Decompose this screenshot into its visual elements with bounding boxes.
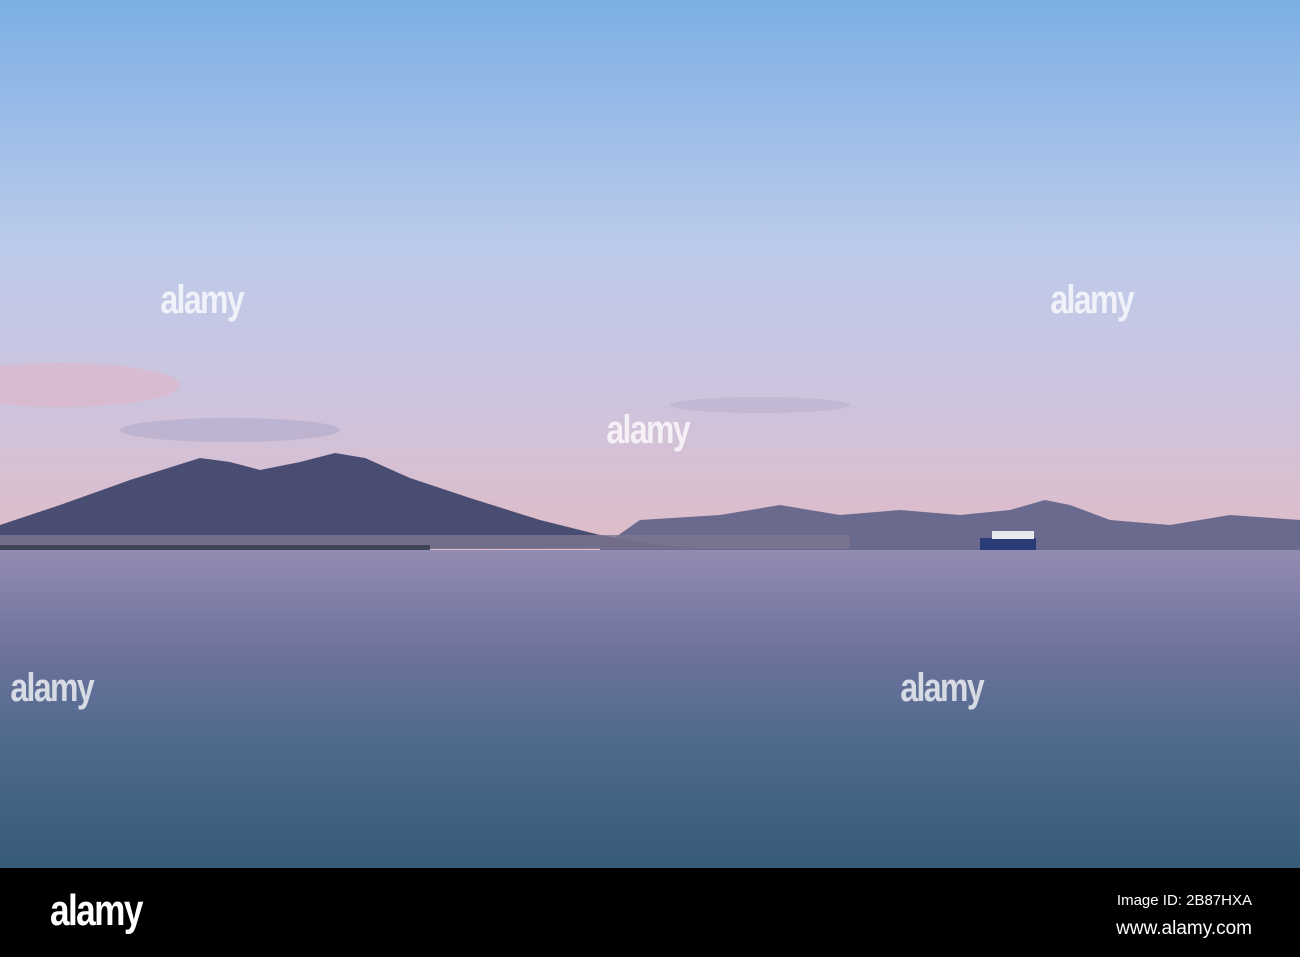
site-url[interactable]: www.alamy.com <box>1116 918 1252 940</box>
cloud <box>120 418 340 442</box>
footer-bar: alamy Image ID: 2B87HXA www.alamy.com <box>0 868 1300 957</box>
cloud <box>670 397 850 413</box>
image-id: Image ID: 2B87HXA <box>1116 892 1252 909</box>
alamy-logo: alamy <box>50 886 143 935</box>
watermark: alamy <box>10 666 94 710</box>
sea <box>0 550 1300 868</box>
watermark: alamy <box>900 666 984 710</box>
watermark: alamy <box>1050 278 1134 322</box>
watermark: alamy <box>606 408 690 452</box>
watermark: alamy <box>160 278 244 322</box>
